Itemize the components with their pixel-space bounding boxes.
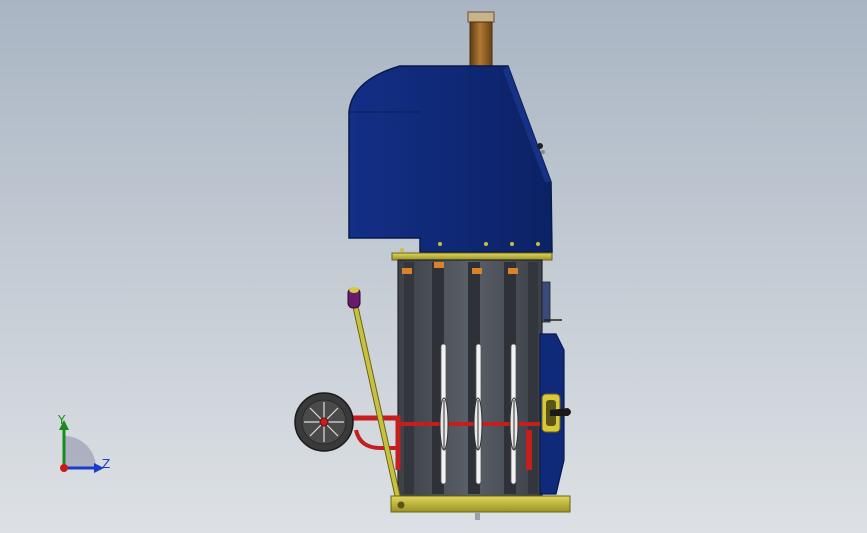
graphics-viewport[interactable]: Y Z <box>0 0 867 533</box>
wheel <box>294 392 354 452</box>
coordinate-triad: Y Z <box>50 410 130 480</box>
top-plate <box>391 252 553 261</box>
base-plate <box>390 495 571 520</box>
upper-cover <box>348 65 553 253</box>
press-chamber-frame <box>397 259 543 497</box>
chimney <box>467 11 495 69</box>
z-axis-label: Z <box>102 457 111 471</box>
side-housing <box>539 281 565 495</box>
y-axis-label: Y <box>58 413 66 427</box>
push-handle[interactable] <box>347 287 401 499</box>
baler-machine-model[interactable] <box>0 0 867 533</box>
